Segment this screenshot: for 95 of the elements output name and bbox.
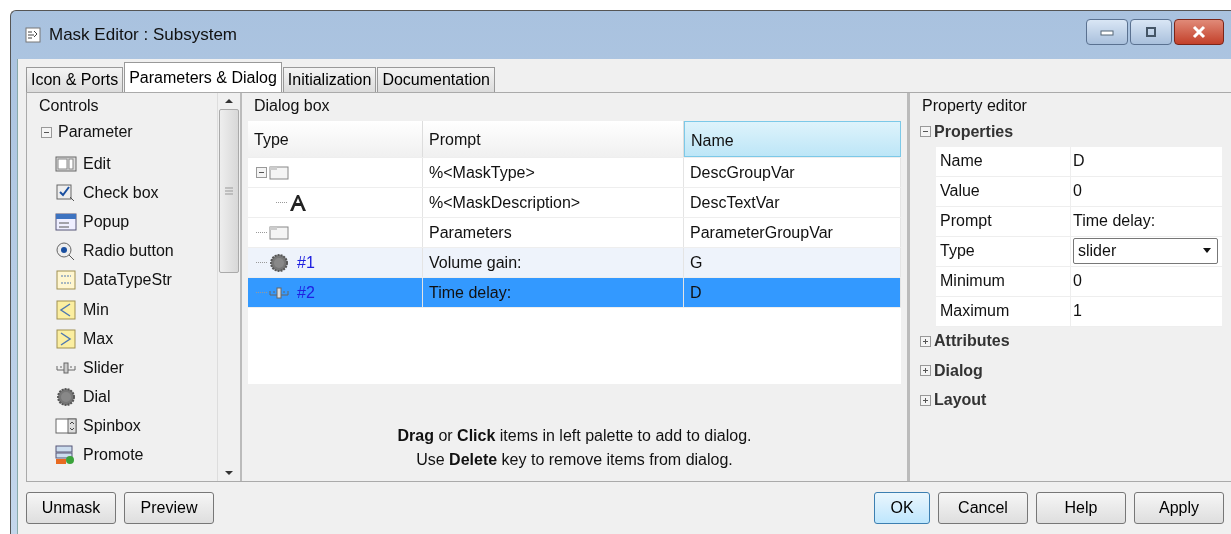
palette-item[interactable]: Slider bbox=[33, 353, 217, 383]
caret-icon bbox=[1201, 247, 1213, 255]
maximize-button[interactable] bbox=[1130, 19, 1172, 45]
table-cell: ParameterGroupVar bbox=[684, 218, 901, 247]
dial-icon bbox=[55, 387, 77, 408]
palette-item[interactable]: Max bbox=[33, 324, 217, 354]
table-row[interactable]: %<MaskDescription> DescTextVar bbox=[248, 188, 901, 218]
palette-item[interactable]: Spinbox bbox=[33, 411, 217, 441]
table-cell: D bbox=[684, 278, 901, 307]
section-label: Properties bbox=[934, 122, 1014, 141]
unmask-button[interactable]: Unmask bbox=[26, 492, 116, 524]
property-name: Value bbox=[936, 176, 1071, 206]
tab[interactable]: Icon & Ports bbox=[26, 67, 124, 92]
table-row[interactable]: #2 Time delay: D bbox=[248, 278, 901, 308]
table-cell: Parameters bbox=[423, 218, 684, 247]
scroll-down-icon[interactable] bbox=[224, 469, 234, 477]
app-icon bbox=[25, 27, 41, 43]
text-icon bbox=[289, 193, 307, 212]
window-title: Mask Editor : Subsystem bbox=[49, 25, 237, 45]
expand-icon[interactable] bbox=[920, 394, 931, 406]
checkbox-icon bbox=[55, 182, 77, 203]
grip-icon bbox=[225, 187, 233, 195]
table-cell: Volume gain: bbox=[423, 248, 684, 277]
property-value[interactable]: 1 bbox=[1071, 302, 1222, 320]
column-header[interactable]: Name bbox=[684, 121, 901, 157]
palette-item[interactable]: Dial bbox=[33, 382, 217, 412]
collapse-icon[interactable] bbox=[920, 126, 931, 138]
dial-icon bbox=[269, 252, 289, 273]
property-name: Type bbox=[936, 236, 1071, 266]
collapse-icon[interactable] bbox=[41, 126, 52, 138]
greater-than-icon bbox=[55, 328, 77, 349]
group-box-icon bbox=[269, 165, 289, 180]
tab[interactable]: Initialization bbox=[282, 67, 377, 92]
popup-icon bbox=[55, 211, 77, 232]
tab[interactable]: Parameters & Dialog bbox=[124, 62, 282, 92]
minimize-icon bbox=[1099, 28, 1115, 36]
section-label: Dialog bbox=[934, 361, 983, 380]
minimize-button[interactable] bbox=[1086, 19, 1128, 45]
item-index: #2 bbox=[297, 283, 315, 302]
dialog-button[interactable]: Cancel bbox=[938, 492, 1028, 524]
hint-text: Drag or Click items in left palette to add to dialog. bbox=[397, 425, 752, 446]
dialog-button[interactable]: Help bbox=[1036, 492, 1126, 524]
expand-icon[interactable] bbox=[920, 365, 931, 377]
column-header[interactable]: Type bbox=[248, 121, 423, 157]
palette-item[interactable]: Min bbox=[33, 294, 217, 325]
hint-text: Use Delete key to remove items from dialog. bbox=[416, 449, 733, 470]
slider-icon bbox=[269, 284, 289, 301]
palette-item[interactable]: Check box bbox=[33, 178, 217, 208]
collapse-icon[interactable] bbox=[256, 167, 267, 178]
close-button[interactable] bbox=[1174, 19, 1224, 45]
scrollbar[interactable] bbox=[217, 93, 240, 481]
expand-icon[interactable] bbox=[920, 335, 931, 347]
edit-field-icon bbox=[55, 153, 77, 174]
property-value[interactable]: 0 bbox=[1071, 272, 1222, 290]
tab[interactable]: Documentation bbox=[377, 67, 495, 92]
palette-item[interactable]: Radio button bbox=[33, 236, 217, 266]
maximize-icon bbox=[1144, 26, 1158, 38]
close-icon bbox=[1191, 25, 1207, 39]
property-value[interactable]: 0 bbox=[1071, 182, 1222, 200]
palette-item[interactable]: Edit bbox=[33, 149, 217, 179]
datatype-icon bbox=[55, 270, 77, 291]
item-index: #1 bbox=[297, 253, 315, 272]
dialog-button[interactable]: OK bbox=[874, 492, 930, 524]
property-value[interactable]: Time delay: bbox=[1071, 212, 1222, 230]
panel-title: Property editor bbox=[921, 96, 1028, 116]
property-name: Prompt bbox=[936, 206, 1071, 236]
scroll-up-icon[interactable] bbox=[224, 97, 234, 105]
property-name: Maximum bbox=[936, 296, 1071, 326]
palette-item[interactable]: Promote bbox=[33, 440, 217, 471]
table-cell: %<MaskDescription> bbox=[423, 188, 684, 217]
spinbox-icon bbox=[55, 416, 77, 437]
promote-icon bbox=[55, 445, 77, 466]
table-cell: DescTextVar bbox=[684, 188, 901, 217]
type-dropdown[interactable]: slider bbox=[1073, 238, 1218, 264]
preview-button[interactable]: Preview bbox=[124, 492, 214, 524]
table-cell: G bbox=[684, 248, 901, 277]
property-name: Minimum bbox=[936, 266, 1071, 296]
panel-title: Dialog box bbox=[253, 96, 331, 116]
group-box-icon bbox=[269, 225, 289, 240]
palette-item[interactable]: DataTypeStr bbox=[33, 265, 217, 295]
group-label: Parameter bbox=[58, 123, 133, 141]
dialog-button[interactable]: Apply bbox=[1134, 492, 1224, 524]
property-name: Name bbox=[936, 146, 1071, 176]
table-cell: Time delay: bbox=[423, 278, 684, 307]
table-cell: DescGroupVar bbox=[684, 158, 901, 187]
property-value[interactable]: D bbox=[1071, 152, 1222, 170]
table-cell: %<MaskType> bbox=[423, 158, 684, 187]
panel-title: Controls bbox=[38, 96, 100, 116]
radio-icon bbox=[55, 241, 77, 262]
palette-item[interactable]: Popup bbox=[33, 207, 217, 237]
table-row[interactable]: %<MaskType> DescGroupVar bbox=[248, 158, 901, 188]
section-label: Layout bbox=[934, 391, 987, 410]
less-than-icon bbox=[55, 299, 77, 320]
section-label: Attributes bbox=[934, 332, 1010, 351]
table-row[interactable]: #1 Volume gain: G bbox=[248, 248, 901, 278]
